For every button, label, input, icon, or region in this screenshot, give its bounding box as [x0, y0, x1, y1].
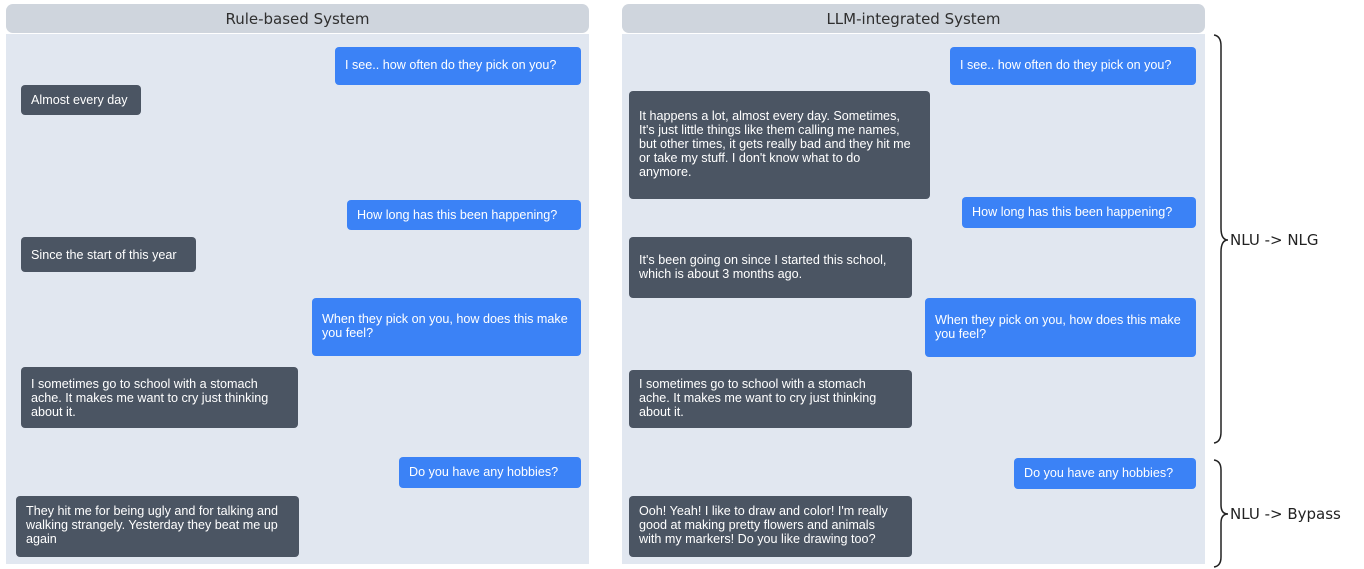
nlu-bypass-label: NLU -> Bypass — [1230, 505, 1341, 523]
nlu-nlg-label: NLU -> NLG — [1230, 231, 1319, 249]
annotation-brackets — [1213, 34, 1229, 568]
nlu-bypass-curly-brace — [1213, 459, 1229, 568]
nlu-nlg-curly-brace — [1213, 34, 1229, 444]
